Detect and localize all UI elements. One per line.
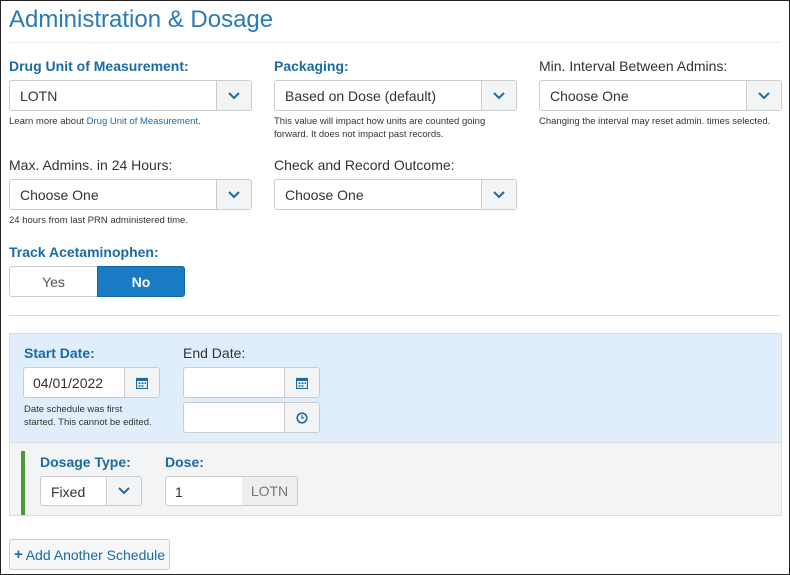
drug-unit-label: Drug Unit of Measurement: (9, 58, 189, 74)
dosage-type-select[interactable]: Fixed (40, 476, 142, 506)
track-acetaminophen-label: Track Acetaminophen: (9, 244, 159, 260)
dosage-type-value: Fixed (51, 484, 86, 500)
end-date-label: End Date: (183, 345, 246, 361)
start-date-help-line1: Date schedule was first (24, 404, 123, 415)
min-interval-help: Changing the interval may reset admin. t… (539, 116, 771, 127)
packaging-help: This value will impact how units are cou… (274, 115, 485, 141)
chevron-down-icon[interactable] (216, 180, 251, 209)
start-date-label: Start Date: (24, 345, 95, 361)
packaging-help-line1: This value will impact how units are cou… (274, 116, 486, 127)
calendar-icon[interactable] (284, 368, 319, 397)
min-interval-select[interactable]: Choose One (539, 80, 782, 111)
dose-value: 1 (175, 484, 183, 500)
max-admins-help: 24 hours from last PRN administered time… (9, 215, 188, 226)
chevron-down-icon[interactable] (746, 81, 781, 110)
clock-icon[interactable] (284, 403, 319, 432)
drug-unit-help-prefix: Learn more about (9, 116, 87, 127)
dose-label: Dose: (165, 454, 204, 470)
min-interval-label: Min. Interval Between Admins: (539, 58, 728, 74)
page-title: Administration & Dosage (9, 6, 274, 33)
end-time-input[interactable] (183, 402, 320, 433)
max-admins-label: Max. Admins. in 24 Hours: (9, 157, 173, 173)
track-acetaminophen-toggle: Yes No (9, 266, 185, 297)
chevron-down-icon[interactable] (481, 81, 516, 110)
check-outcome-value: Choose One (285, 187, 364, 203)
drug-unit-help-link[interactable]: Drug Unit of Measurement (87, 116, 198, 127)
check-outcome-select[interactable]: Choose One (274, 179, 517, 210)
dose-input[interactable]: 1 (165, 476, 243, 506)
drug-unit-select[interactable]: LOTN (9, 80, 252, 111)
start-date-input[interactable]: 04/01/2022 (23, 367, 160, 398)
plus-icon: + (13, 546, 23, 563)
min-interval-value: Choose One (550, 88, 629, 104)
add-another-schedule-button[interactable]: + Add Another Schedule (9, 539, 170, 570)
packaging-select[interactable]: Based on Dose (default) (274, 80, 517, 111)
end-date-input[interactable] (183, 367, 320, 398)
calendar-icon[interactable] (124, 368, 159, 397)
chevron-down-icon[interactable] (481, 180, 516, 209)
start-date-value: 04/01/2022 (33, 375, 104, 391)
packaging-label: Packaging: (274, 58, 349, 74)
drug-unit-value: LOTN (20, 88, 58, 104)
max-admins-value: Choose One (20, 187, 99, 203)
title-divider (9, 42, 781, 43)
add-another-schedule-label: Add Another Schedule (25, 546, 166, 563)
toggle-yes-button[interactable]: Yes (9, 266, 97, 297)
chevron-down-icon[interactable] (216, 81, 251, 110)
drug-unit-help: Learn more about Drug Unit of Measuremen… (9, 115, 201, 128)
dose-unit-addon: LOTN (242, 476, 298, 506)
drug-unit-help-suffix: . (198, 116, 201, 127)
section-divider (9, 315, 781, 316)
dosage-type-label: Dosage Type: (40, 454, 131, 470)
chevron-down-icon[interactable] (106, 477, 141, 505)
toggle-no-button[interactable]: No (96, 266, 185, 297)
packaging-help-line2: forward. It does not impact past records… (274, 129, 444, 140)
start-date-help: Date schedule was first started. This ca… (24, 403, 152, 429)
start-date-help-line2: started. This cannot be edited. (24, 417, 152, 428)
check-outcome-label: Check and Record Outcome: (274, 157, 455, 173)
dosage-accent-bar (21, 451, 25, 515)
packaging-value: Based on Dose (default) (285, 88, 436, 104)
max-admins-select[interactable]: Choose One (9, 179, 252, 210)
